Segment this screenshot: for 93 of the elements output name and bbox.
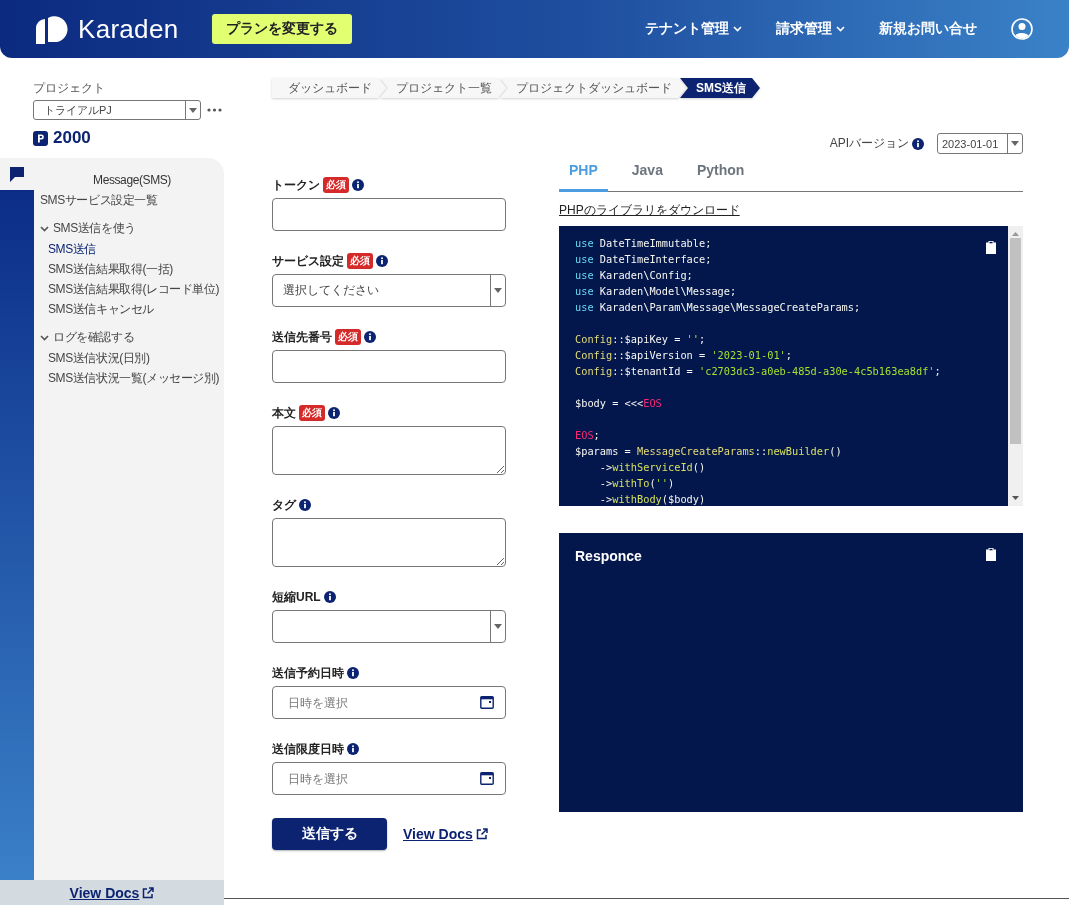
sidebar-item[interactable]: SMS送信キャンセル [48,302,224,317]
points-value: 2000 [53,128,91,148]
info-icon[interactable] [347,743,359,755]
breadcrumb-link[interactable]: ダッシュボード [272,78,386,98]
info-icon[interactable] [912,137,924,150]
sidebar-item[interactable]: SMS送信状況(日別) [48,351,224,366]
caret-icon [494,624,502,629]
chevron-icon [836,26,845,32]
required-badge: 必須 [347,253,373,269]
breadcrumb-link[interactable]: プロジェクトダッシュボード [500,78,686,98]
view-docs-link[interactable]: View Docs [403,826,488,842]
date-field[interactable]: 日時を選択 [272,686,506,719]
sidebar-item[interactable]: SMS送信結果取得(レコード単位) [48,282,224,297]
project-label: プロジェクト [33,80,106,97]
user-icon[interactable] [1011,18,1033,40]
code-line: ->withTo('') [598,476,676,491]
sidebar-item[interactable]: SMS送信結果取得(一括) [48,262,224,277]
chevron-icon [40,334,49,341]
code-line: use Karaden\Model\Message; [575,284,738,299]
download-link[interactable]: PHPのライブラリをダウンロード [559,202,740,219]
select-field[interactable] [272,610,506,643]
clipboard-icon[interactable] [985,547,997,561]
code-line: use DateTimeImmutable; [575,236,713,251]
field-label: 送信予約日時 [272,664,344,682]
code-line: Config::$apiKey = ''; [575,332,707,347]
project-select[interactable]: トライアルPJ [33,100,201,120]
brand-name: Karaden [78,13,179,45]
info-icon[interactable] [376,255,388,267]
external-link-icon [142,886,155,899]
code-line: use DateTimeInterface; [575,252,713,267]
info-icon[interactable] [328,407,340,419]
sidebar-group[interactable]: ログを確認する [40,329,224,346]
nav-menu-item[interactable]: テナント管理 [645,20,742,38]
field-label: 送信先番号 [272,328,332,346]
field-label: サービス設定 [272,252,344,270]
text-area[interactable] [272,426,506,475]
clipboard-icon[interactable] [985,240,997,254]
scrollbar[interactable] [1008,226,1023,506]
info-icon[interactable] [299,499,311,511]
sidebar-item[interactable]: SMS送信状況一覧(メッセージ別) [48,371,224,386]
code-line: ->withBody($body) [598,492,707,506]
breadcrumb-link[interactable]: プロジェクト一覧 [380,78,506,98]
code-line: $body = <<<EOS [575,396,663,411]
code-line: $params = MessageCreateParams::newBuilder() [575,444,843,459]
info-icon[interactable] [323,591,336,603]
code-line: use Karaden\Config; [575,268,694,283]
date-field[interactable]: 日時を選択 [272,762,506,795]
more-icon[interactable] [207,108,222,112]
chat-icon[interactable] [9,166,25,182]
response-title: Responce [575,548,642,564]
language-tab[interactable]: Java [621,156,673,192]
breadcrumb-link[interactable]: SMS送信 [680,78,760,98]
code-line: Config::$tenantId = 'c2703dc3-a0eb-485d-a30e-4c5b163ea8df'; [575,364,942,379]
sidebar-item[interactable]: SMS送信 [48,242,224,257]
code-line: use Karaden\Param\Message\MessageCreateParams; [575,300,862,315]
language-tab[interactable]: Python [686,156,755,192]
required-badge: 必須 [335,329,361,345]
field-label: トークン [272,176,320,194]
external-link-icon [475,828,488,840]
chevron-icon [733,26,742,32]
code-line: ->withServiceId() [598,460,707,475]
nav-menu-item[interactable]: 新規お問い合せ [879,20,977,38]
field-label: 送信限度日時 [272,740,344,758]
caret-icon [1011,141,1019,146]
select-field[interactable]: 選択してください [272,274,506,307]
required-badge: 必須 [299,405,325,421]
field-label: タグ [272,496,296,514]
submit-button[interactable]: 送信する [272,818,387,850]
info-icon[interactable] [364,331,376,343]
logo-icon [36,14,70,44]
points-icon [33,130,48,146]
sidebar-group[interactable]: SMS送信を使う [40,220,224,237]
calendar-icon[interactable] [480,696,494,709]
api-version-label: APIバージョン [829,135,909,152]
required-badge: 必須 [323,177,349,193]
section-title: Message(SMS) [92,173,172,187]
nav-menu-item[interactable]: 請求管理 [776,20,845,38]
info-icon[interactable] [352,179,364,191]
chevron-icon [40,225,49,232]
code-line: Config::$apiVersion = '2023-01-01'; [575,348,793,363]
caret-icon [494,288,502,293]
field-label: 短縮URL [272,588,321,606]
caret-icon [189,107,197,113]
text-area[interactable] [272,518,506,567]
change-plan-button[interactable]: プランを変更する [212,14,353,44]
text-field[interactable] [272,198,506,231]
text-field[interactable] [272,350,506,383]
code-line: EOS; [575,428,601,443]
sidebar-item[interactable]: SMSサービス設定一覧 [40,193,224,208]
field-label: 本文 [272,404,296,422]
info-icon[interactable] [347,667,359,679]
api-version-select[interactable]: 2023-01-01 [937,133,1023,154]
calendar-icon[interactable] [480,772,494,785]
